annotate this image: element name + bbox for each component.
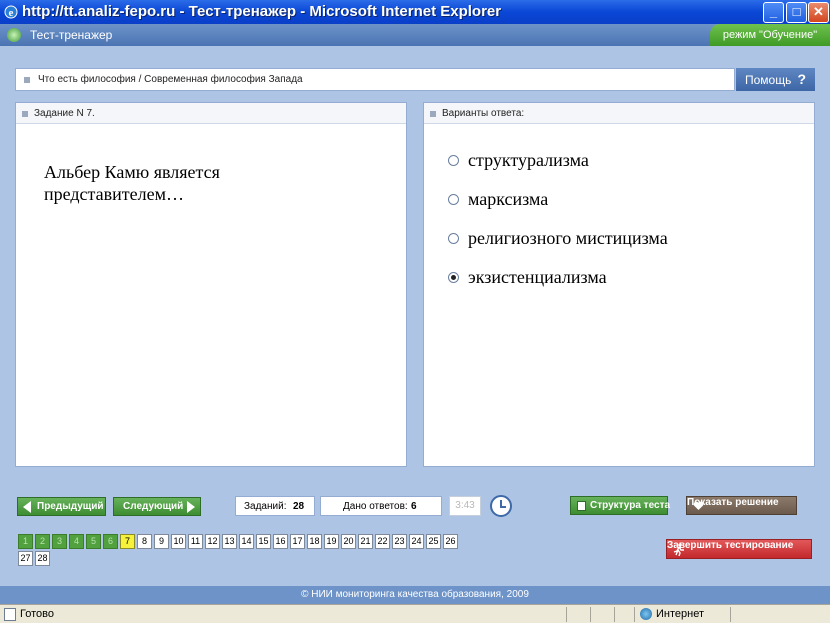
answer-label: структурализма <box>468 150 589 170</box>
heart-icon <box>693 501 704 510</box>
arrow-left-icon <box>23 501 31 513</box>
window-title: http://tt.analiz-fepo.ru - Тест-тренажер… <box>22 3 502 20</box>
task-number-button[interactable]: 3 <box>52 534 67 549</box>
task-panel: Задание N 7. Альбер Камю является предст… <box>15 102 407 467</box>
globe-icon <box>640 608 652 620</box>
answers-header-label: Варианты ответа: <box>442 108 525 119</box>
task-number-button[interactable]: 8 <box>137 534 152 549</box>
task-number-button[interactable]: 16 <box>273 534 288 549</box>
bullet-icon <box>22 111 28 117</box>
close-button[interactable]: ✕ <box>808 2 829 23</box>
security-zone-label: Интернет <box>656 608 704 620</box>
answer-radio[interactable] <box>448 194 459 205</box>
answer-radio-selected[interactable] <box>448 272 459 283</box>
maximize-button[interactable]: □ <box>786 2 807 23</box>
answer-label: религиозного мистицизма <box>468 228 668 248</box>
task-number-button[interactable]: 7 <box>120 534 135 549</box>
task-number-button[interactable]: 1 <box>18 534 33 549</box>
answered-count-value: 6 <box>411 501 417 512</box>
answers-panel: Варианты ответа: структурализма марксизм… <box>423 102 815 467</box>
test-structure-label: Структура теста <box>590 500 671 511</box>
task-number-label: Задание N 7. <box>34 108 95 119</box>
bullet-icon <box>24 77 30 83</box>
answer-radio[interactable] <box>448 233 459 244</box>
svg-text:e: e <box>9 7 14 19</box>
copyright-footer: © НИИ мониторинга качества образования, … <box>0 586 830 604</box>
task-number-button[interactable]: 18 <box>307 534 322 549</box>
task-number-button[interactable]: 12 <box>205 534 220 549</box>
app-logo-icon <box>7 28 21 42</box>
finish-testing-button[interactable]: Завершить тестирование <box>666 539 812 559</box>
status-divider <box>730 607 731 622</box>
question-mark-icon: ? <box>797 71 806 87</box>
breadcrumb: Что есть философия / Современная философ… <box>15 68 735 91</box>
document-icon <box>577 501 586 511</box>
app-header: Тест-тренажер режим "Обучение" <box>0 24 830 46</box>
next-button[interactable]: Следующий <box>113 497 201 516</box>
running-man-icon <box>673 543 684 556</box>
task-number-button[interactable]: 11 <box>188 534 203 549</box>
task-number-button[interactable]: 9 <box>154 534 169 549</box>
task-number-button[interactable]: 5 <box>86 534 101 549</box>
help-button[interactable]: Помощь ? <box>736 68 815 91</box>
browser-status-bar: Готово Интернет <box>0 604 830 623</box>
mode-badge: режим "Обучение" <box>710 24 830 46</box>
page-icon <box>4 608 16 621</box>
task-number-button[interactable]: 22 <box>375 534 390 549</box>
finish-testing-label: Завершить тестирование <box>667 540 794 551</box>
task-number-button[interactable]: 26 <box>443 534 458 549</box>
task-number-button[interactable]: 27 <box>18 551 33 566</box>
tasks-count-box: Заданий: 28 <box>235 496 315 516</box>
task-number-button[interactable]: 14 <box>239 534 254 549</box>
task-number-button[interactable]: 20 <box>341 534 356 549</box>
answered-count-box: Дано ответов: 6 <box>320 496 442 516</box>
question-text: Альбер Камю является представителем… <box>44 162 220 204</box>
answered-count-label: Дано ответов: <box>343 501 408 512</box>
tasks-count-label: Заданий: <box>244 501 287 512</box>
task-number-button[interactable]: 15 <box>256 534 271 549</box>
bullet-icon <box>430 111 436 117</box>
task-number-button[interactable]: 23 <box>392 534 407 549</box>
timer-display: 3:43 <box>449 496 481 516</box>
task-panel-header: Задание N 7. <box>16 103 406 124</box>
task-number-button[interactable]: 10 <box>171 534 186 549</box>
clock-icon <box>490 495 512 517</box>
status-divider <box>566 607 567 622</box>
answers-panel-header: Варианты ответа: <box>424 103 814 124</box>
task-number-button[interactable]: 19 <box>324 534 339 549</box>
arrow-right-icon <box>187 501 195 513</box>
previous-button[interactable]: Предыдущий <box>17 497 106 516</box>
task-number-button[interactable]: 21 <box>358 534 373 549</box>
status-divider <box>634 607 635 622</box>
breadcrumb-text: Что есть философия / Современная философ… <box>38 74 303 85</box>
minimize-button[interactable]: _ <box>763 2 784 23</box>
app-title: Тест-тренажер <box>30 28 113 42</box>
answer-radio[interactable] <box>448 155 459 166</box>
tasks-count-value: 28 <box>293 501 305 512</box>
help-label: Помощь <box>745 73 792 87</box>
status-divider <box>614 607 615 622</box>
task-number-button[interactable]: 17 <box>290 534 305 549</box>
test-structure-button[interactable]: Структура теста <box>570 496 671 515</box>
status-text: Готово <box>20 608 54 620</box>
answer-label: марксизма <box>468 189 549 209</box>
task-number-button[interactable]: 13 <box>222 534 237 549</box>
task-number-button[interactable]: 25 <box>426 534 441 549</box>
status-divider <box>590 607 591 622</box>
internet-explorer-icon: e <box>4 5 18 19</box>
window-title-bar: e http://tt.analiz-fepo.ru - Тест-тренаж… <box>0 0 830 24</box>
task-number-button[interactable]: 4 <box>69 534 84 549</box>
task-number-button[interactable]: 2 <box>35 534 50 549</box>
show-solution-button[interactable]: Показать решение <box>686 496 797 515</box>
answer-label: экзистенциализма <box>468 267 607 287</box>
task-number-button[interactable]: 6 <box>103 534 118 549</box>
previous-label: Предыдущий <box>37 501 104 512</box>
task-number-button[interactable]: 28 <box>35 551 50 566</box>
next-label: Следующий <box>123 501 184 512</box>
task-number-button[interactable]: 24 <box>409 534 424 549</box>
